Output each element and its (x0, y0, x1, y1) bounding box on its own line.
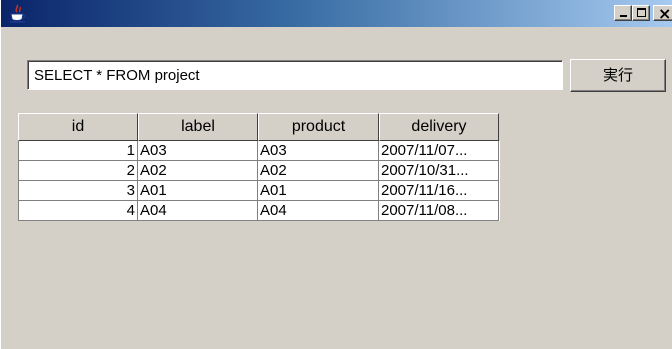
column-header-product[interactable]: product (258, 113, 379, 141)
table-cell[interactable]: 2 (18, 161, 138, 181)
java-coffee-cup-icon[interactable] (8, 4, 28, 24)
sql-query-input[interactable] (27, 60, 563, 90)
column-header-delivery[interactable]: delivery (379, 113, 499, 141)
table-cell[interactable]: 1 (18, 141, 138, 161)
table-cell[interactable]: A02 (258, 161, 379, 181)
app-window: × 実行 id label product delivery 1 A03 A03… (0, 0, 672, 349)
table-cell[interactable]: A04 (258, 201, 379, 221)
table-row[interactable]: 4 A04 A04 2007/11/08... (18, 201, 500, 221)
table-cell[interactable]: 2007/11/07... (379, 141, 499, 161)
table-cell[interactable]: A01 (138, 181, 258, 201)
maximize-button[interactable] (632, 5, 650, 21)
table-cell[interactable]: A01 (258, 181, 379, 201)
maximize-icon (637, 8, 646, 17)
column-header-label[interactable]: label (138, 113, 258, 141)
table-row[interactable]: 1 A03 A03 2007/11/07... (18, 141, 500, 161)
table-cell[interactable]: 4 (18, 201, 138, 221)
table-cell[interactable]: 2007/10/31... (379, 161, 499, 181)
table-row[interactable]: 2 A02 A02 2007/10/31... (18, 161, 500, 181)
table-cell[interactable]: A02 (138, 161, 258, 181)
table-cell[interactable]: 2007/11/16... (379, 181, 499, 201)
table-cell[interactable]: A04 (138, 201, 258, 221)
table-cell[interactable]: 3 (18, 181, 138, 201)
minimize-icon (620, 15, 627, 17)
run-button[interactable]: 実行 (570, 59, 666, 92)
title-bar[interactable]: × (1, 0, 672, 27)
minimize-button[interactable] (614, 5, 632, 21)
close-button[interactable]: × (653, 4, 672, 23)
table-cell[interactable]: A03 (258, 141, 379, 161)
table-cell[interactable]: 2007/11/08... (379, 201, 499, 221)
table-row[interactable]: 3 A01 A01 2007/11/16... (18, 181, 500, 201)
column-header-id[interactable]: id (18, 113, 138, 141)
table-cell[interactable]: A03 (138, 141, 258, 161)
results-table-body: 1 A03 A03 2007/11/07... 2 A02 A02 2007/1… (18, 141, 500, 221)
close-icon: × (658, 4, 672, 23)
